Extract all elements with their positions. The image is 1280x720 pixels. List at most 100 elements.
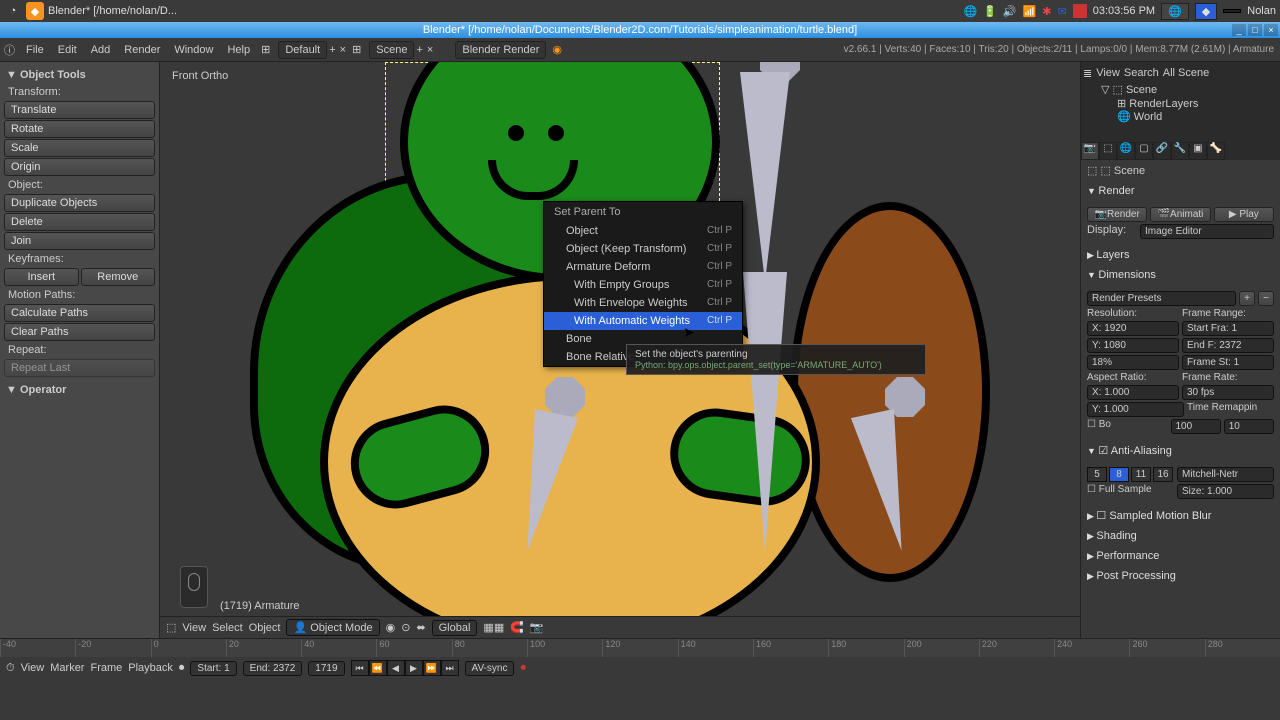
performance-panel-header[interactable]: Performance (1081, 546, 1280, 566)
menu-window[interactable]: Window (167, 41, 220, 59)
editor-type-icon[interactable]: ⓘ (0, 42, 19, 58)
clock[interactable]: 03:03:56 PM (1093, 5, 1155, 17)
sync-dropdown[interactable]: AV-sync (465, 661, 515, 676)
mail-icon[interactable]: ✉ (1057, 5, 1066, 18)
volume-icon[interactable]: 🔊 (1003, 5, 1017, 18)
delete-button[interactable]: Delete (4, 213, 155, 231)
menu-help[interactable]: Help (220, 41, 257, 59)
tab-scene[interactable]: ⬚ (1099, 142, 1117, 160)
res-pct-field[interactable]: 18% (1087, 355, 1179, 370)
operator-panel-header[interactable]: ▼ Operator (4, 381, 155, 399)
mode-dropdown[interactable]: 👤 Object Mode (286, 619, 379, 636)
properties-tabs[interactable]: 📷 ⬚ 🌐 ▢ 🔗 🔧 ▣ 🦴 (1081, 142, 1280, 160)
repeat-last-button[interactable]: Repeat Last (4, 359, 155, 377)
outliner-world[interactable]: 🌐 World (1083, 110, 1278, 123)
render-panel-header[interactable]: Render (1081, 181, 1280, 201)
start-frame-field[interactable]: Start: 1 (190, 661, 236, 676)
snap-icon[interactable]: 🧲 (510, 621, 524, 634)
aa-filter-dropdown[interactable]: Mitchell-Netr (1177, 467, 1274, 482)
outliner-renderlayers[interactable]: ⊞ RenderLayers (1083, 97, 1278, 110)
frame-step-field[interactable]: Frame St: 1 (1182, 355, 1274, 370)
origin-button[interactable]: Origin (4, 158, 155, 176)
shading-icon[interactable]: ◉ (386, 621, 396, 634)
scene-browse-icon[interactable]: ⊞ (348, 43, 365, 56)
tab-data[interactable]: ▣ (1189, 142, 1207, 160)
shading-panel-header[interactable]: Shading (1081, 526, 1280, 546)
tab-object[interactable]: ▢ (1135, 142, 1153, 160)
layout-prev-icon[interactable]: ⊞ (257, 43, 274, 56)
join-button[interactable]: Join (4, 232, 155, 250)
current-frame-field[interactable]: 1719 (308, 661, 344, 676)
outliner-view[interactable]: View (1096, 67, 1120, 79)
render-button[interactable]: 📷Render (1087, 207, 1147, 222)
rotate-button[interactable]: Rotate (4, 120, 155, 138)
tab-modifiers[interactable]: 🔧 (1171, 142, 1189, 160)
tab-world[interactable]: 🌐 (1117, 142, 1135, 160)
tl-view-menu[interactable]: View (21, 662, 45, 674)
tab-constraints[interactable]: 🔗 (1153, 142, 1171, 160)
menu-file[interactable]: File (19, 41, 51, 59)
res-y-field[interactable]: Y: 1080 (1087, 338, 1179, 353)
dimensions-panel-header[interactable]: Dimensions (1081, 265, 1280, 285)
scene-dropdown[interactable]: Scene (369, 41, 414, 59)
parent-armature-deform[interactable]: Armature DeformCtrl P (544, 258, 742, 276)
border-checkbox[interactable]: ☐ Bo (1087, 419, 1168, 434)
tab-bone[interactable]: 🦴 (1207, 142, 1225, 160)
tl-playback-menu[interactable]: Playback (128, 662, 173, 674)
duplicate-button[interactable]: Duplicate Objects (4, 194, 155, 212)
vp-view-menu[interactable]: View (182, 622, 206, 634)
maximize-button[interactable]: □ (1248, 24, 1262, 36)
res-x-field[interactable]: X: 1920 (1087, 321, 1179, 336)
outliner-search[interactable]: Search (1124, 67, 1159, 79)
orientation-dropdown[interactable]: Global (432, 620, 478, 636)
wifi-icon[interactable]: 📶 (1023, 5, 1037, 18)
jump-end-icon[interactable]: ⏭ (441, 660, 459, 676)
layout-add-icon[interactable]: + (327, 44, 337, 56)
aspect-y-field[interactable]: Y: 1.000 (1087, 402, 1184, 417)
manipulator-icon[interactable]: ⬌ (416, 621, 425, 634)
calculate-paths-button[interactable]: Calculate Paths (4, 304, 155, 322)
timeline-ruler[interactable]: -40 -20 0 20 40 60 80 100 120 140 160 18… (0, 639, 1280, 657)
prev-keyframe-icon[interactable]: ⏪ (369, 660, 387, 676)
menu-render[interactable]: Render (117, 41, 167, 59)
engine-dropdown[interactable]: Blender Render (455, 41, 546, 59)
parent-empty-groups[interactable]: With Empty GroupsCtrl P (544, 276, 742, 294)
fps-dropdown[interactable]: 30 fps (1182, 385, 1274, 400)
play-icon[interactable]: ▶ (405, 660, 423, 676)
username[interactable]: Nolan (1247, 5, 1276, 17)
display-dropdown[interactable]: Image Editor (1140, 224, 1274, 239)
scene-add-icon[interactable]: + (414, 44, 424, 56)
translate-button[interactable]: Translate (4, 101, 155, 119)
tl-marker-menu[interactable]: Marker (50, 662, 84, 674)
scale-button[interactable]: Scale (4, 139, 155, 157)
blender-icon[interactable]: ◆ (26, 2, 44, 20)
next-keyframe-icon[interactable]: ⏩ (423, 660, 441, 676)
parent-object[interactable]: ObjectCtrl P (544, 222, 742, 240)
remove-keyframe-button[interactable]: Remove (81, 268, 156, 286)
parent-object-keep[interactable]: Object (Keep Transform)Ctrl P (544, 240, 742, 258)
vp-select-menu[interactable]: Select (212, 622, 243, 634)
clear-paths-button[interactable]: Clear Paths (4, 323, 155, 341)
tab-render[interactable]: 📷 (1081, 142, 1099, 160)
parent-envelope-weights[interactable]: With Envelope WeightsCtrl P (544, 294, 742, 312)
jump-start-icon[interactable]: ⏮ (351, 660, 369, 676)
record-icon[interactable] (1073, 4, 1087, 18)
frame-end-field[interactable]: End F: 2372 (1182, 338, 1274, 353)
timeline-type-icon[interactable]: ⏱ (6, 662, 15, 675)
post-panel-header[interactable]: Post Processing (1081, 566, 1280, 586)
layers-panel-header[interactable]: Layers (1081, 245, 1280, 265)
close-button[interactable]: × (1264, 24, 1278, 36)
aspect-x-field[interactable]: X: 1.000 (1087, 385, 1179, 400)
autokey-icon[interactable]: ⏺ (520, 662, 526, 675)
vp-object-menu[interactable]: Object (249, 622, 281, 634)
task-blender[interactable]: ◆ (1195, 3, 1217, 20)
scene-del-icon[interactable]: × (425, 44, 435, 56)
remap-new-field[interactable]: 10 (1224, 419, 1274, 434)
aa-samples[interactable]: 581116 (1087, 467, 1174, 482)
animation-button[interactable]: 🎬Animati (1150, 207, 1210, 222)
layers-widget[interactable]: ▦▦ (483, 621, 504, 634)
preset-add-icon[interactable]: + (1239, 291, 1255, 306)
editor-type-icon[interactable]: ⬚ (166, 621, 176, 634)
play-button[interactable]: ▶ Play (1214, 207, 1274, 222)
outliner-filter[interactable]: All Scene (1163, 67, 1209, 79)
